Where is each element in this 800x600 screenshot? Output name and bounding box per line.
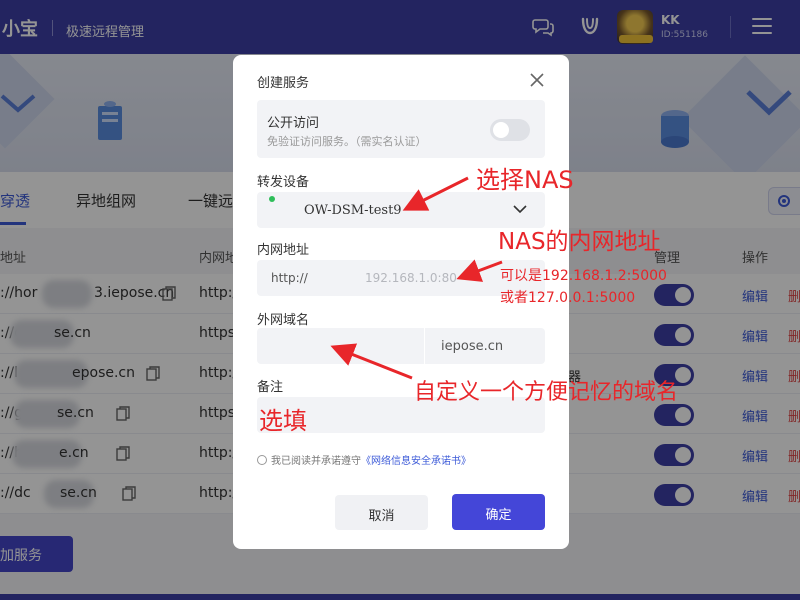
arrow-to-inner-address xyxy=(456,259,503,282)
annotation-example-2: 或者127.0.0.1:5000 xyxy=(500,290,636,306)
annotation-choose-nas: 选择NAS xyxy=(476,166,574,194)
annotation-example-1: 可以是192.168.1.2:5000 xyxy=(500,268,667,284)
annotation-custom-domain: 自定义一个方便记忆的域名 xyxy=(414,380,679,405)
arrow-to-domain xyxy=(330,343,413,380)
annotation-arrows xyxy=(330,176,503,380)
annotation-nas-address: NAS的内网地址 xyxy=(498,229,661,255)
arrow-to-device xyxy=(402,176,469,211)
annotation-optional: 选填 xyxy=(259,407,307,435)
